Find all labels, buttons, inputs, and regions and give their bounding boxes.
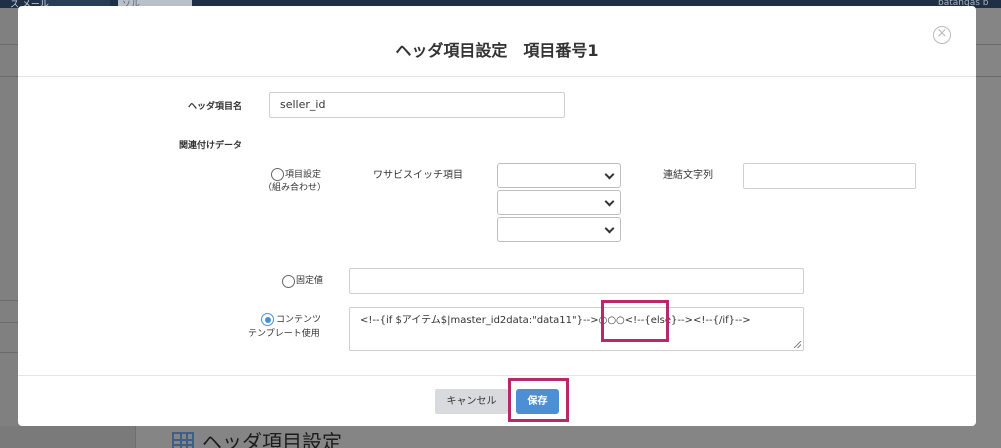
item-setting-sublabel: （組み合わせ）	[263, 183, 327, 193]
chevron-down-icon	[604, 223, 615, 234]
background-page-title: ヘッダ項目設定	[172, 426, 342, 448]
fixed-value-label: 固定値	[296, 276, 324, 286]
fixed-value-radio[interactable]	[282, 275, 295, 288]
concat-string-input[interactable]	[743, 163, 916, 189]
content-template-label: コンテンツ	[276, 315, 322, 325]
background-divider	[0, 44, 18, 45]
fixed-value-input[interactable]	[349, 268, 804, 294]
background-left-column	[0, 8, 18, 448]
resize-handle-icon[interactable]	[794, 341, 801, 348]
background-divider	[976, 76, 1001, 77]
background-divider	[0, 76, 18, 77]
template-textarea[interactable]: <!--{if $アイテム$|master_id2data:"data11"}-…	[349, 307, 804, 351]
linked-data-label: 関連付けデータ	[179, 141, 243, 151]
modal-header: ヘッダ項目設定 項目番号1 ×	[18, 6, 976, 77]
item-setting-radio[interactable]	[271, 168, 284, 181]
highlight-box-save-button	[508, 378, 569, 422]
item-setting-label: 項目設定	[285, 170, 322, 180]
chevron-down-icon	[604, 169, 615, 180]
wasabi-select-2[interactable]	[497, 190, 621, 215]
cancel-button[interactable]: キャンセル	[435, 389, 508, 414]
content-template-sublabel: テンプレート使用	[248, 329, 320, 339]
table-icon	[172, 431, 194, 448]
background-divider	[0, 300, 18, 301]
background-divider	[0, 322, 18, 323]
wasabi-switch-label: ワサビスイッチ項目	[373, 170, 463, 181]
chevron-down-icon	[604, 196, 615, 207]
concat-string-label: 連結文字列	[663, 170, 713, 181]
background-divider	[976, 44, 1001, 45]
header-item-name-label: ヘッダ項目名	[188, 102, 243, 112]
background-right-column	[976, 8, 1001, 448]
background-divider	[0, 352, 18, 353]
wasabi-select-1[interactable]	[497, 163, 621, 188]
highlight-box-template-value	[601, 300, 669, 342]
header-item-name-input[interactable]: seller_id	[269, 92, 565, 118]
content-template-radio[interactable]	[261, 313, 274, 326]
modal-dialog: ヘッダ項目設定 項目番号1 × ヘッダ項目名 seller_id 関連付けデータ…	[18, 6, 976, 426]
modal-title: ヘッダ項目設定 項目番号1	[395, 41, 599, 60]
close-icon[interactable]: ×	[933, 26, 951, 44]
wasabi-select-3[interactable]	[497, 217, 621, 242]
modal-footer-divider	[18, 375, 976, 376]
